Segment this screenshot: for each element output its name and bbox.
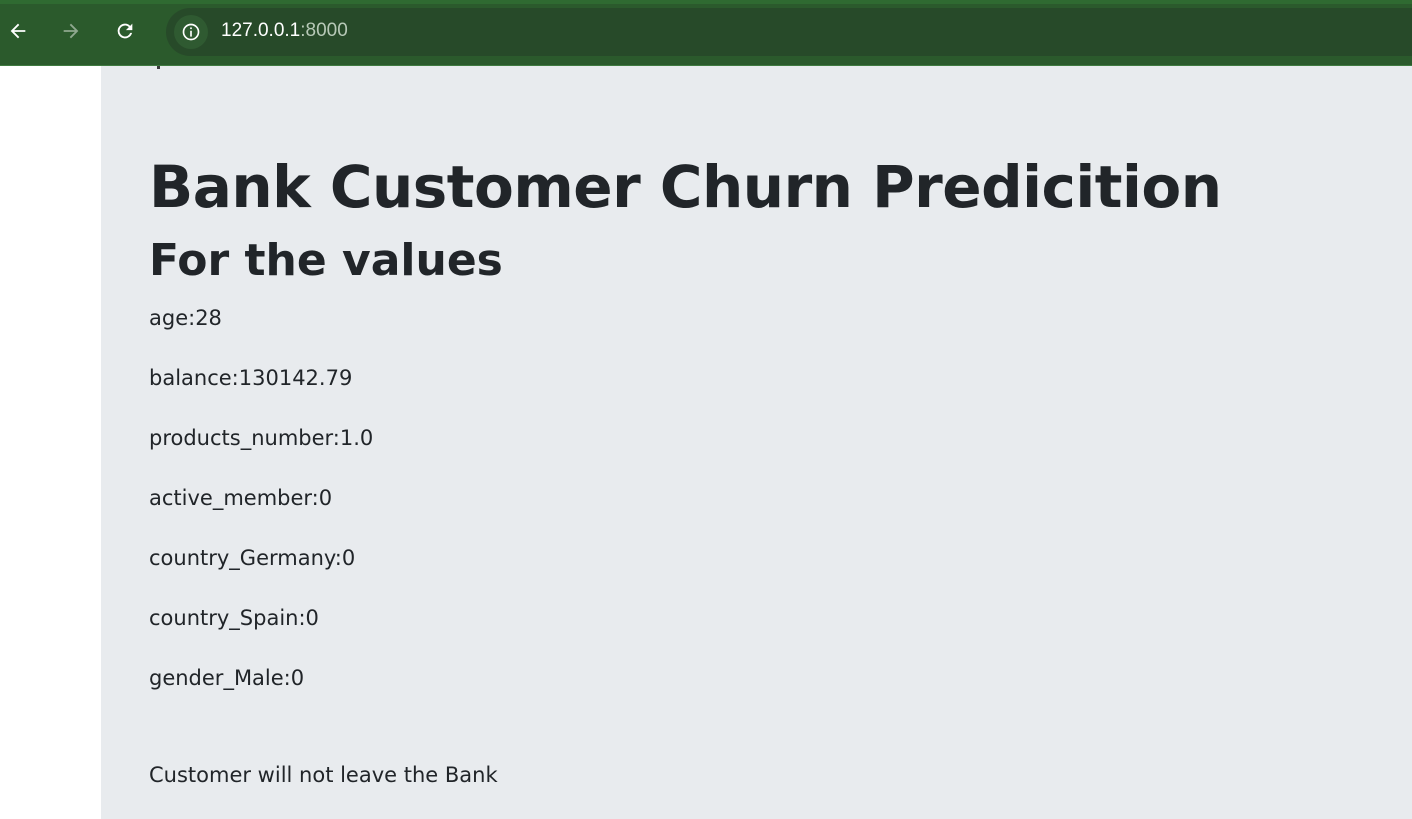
value-country-germany: country_Germany:0 — [149, 546, 356, 570]
url-port: :8000 — [300, 20, 348, 41]
reload-button[interactable] — [108, 14, 142, 48]
value-gender-male: gender_Male:0 — [149, 666, 305, 690]
value-active-member: active_member:0 — [149, 486, 333, 510]
page-title: Bank Customer Churn Predicition — [149, 153, 1222, 221]
value-age: age:28 — [149, 306, 222, 330]
value-country-spain: country_Spain:0 — [149, 606, 319, 630]
arrow-right-icon — [63, 23, 79, 39]
arrow-left-icon — [10, 23, 26, 39]
back-button[interactable] — [1, 14, 35, 48]
page-subtitle: For the values — [149, 235, 503, 286]
forward-button[interactable] — [54, 14, 88, 48]
value-balance: balance:130142.79 — [149, 366, 353, 390]
page-margin — [0, 66, 101, 819]
prediction-result: Customer will not leave the Bank — [149, 763, 498, 787]
url-text[interactable]: 127.0.0.1:8000 — [221, 20, 348, 42]
info-icon — [182, 23, 200, 41]
main-content: Bank Customer Churn Predicition For the … — [101, 66, 1412, 819]
reload-icon — [117, 23, 133, 39]
url-host: 127.0.0.1 — [221, 20, 301, 41]
value-products-number: products_number:1.0 — [149, 426, 374, 450]
cropped-element — [157, 66, 160, 69]
address-bar[interactable]: 127.0.0.1:8000 — [166, 8, 1412, 56]
browser-toolbar: 127.0.0.1:8000 — [0, 0, 1412, 66]
site-info-button[interactable] — [174, 15, 208, 49]
